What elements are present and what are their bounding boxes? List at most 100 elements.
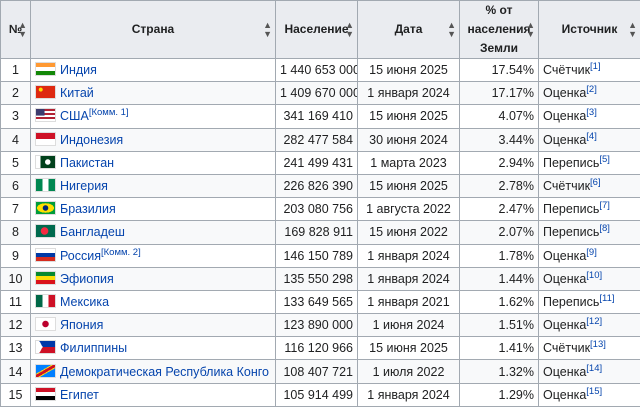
nigeria-flag-icon: [35, 178, 56, 192]
table-row: 1 Индия 1 440 653 000 15 июня 2025 17.54…: [1, 59, 640, 82]
header-country[interactable]: Страна▲▼: [31, 1, 276, 59]
row-number: 4: [1, 128, 31, 151]
country-cell: Египет: [31, 383, 276, 406]
country-link[interactable]: Нигерия: [60, 179, 108, 193]
population-value: 1 440 653 000: [276, 59, 358, 82]
sort-arrows-icon[interactable]: ▲▼: [447, 21, 456, 39]
percent-value: 2.78%: [460, 174, 539, 197]
source-label: Перепись: [543, 156, 599, 170]
table-row: 4 Индонезия 282 477 584 30 июня 2024 3.4…: [1, 128, 640, 151]
country-link[interactable]: Бангладеш: [60, 225, 125, 239]
source-ref-link[interactable]: [9]: [586, 247, 597, 258]
country-link[interactable]: Мексика: [60, 295, 109, 309]
percent-value: 1.44%: [460, 267, 539, 290]
drc-flag-icon: [35, 364, 56, 378]
country-link[interactable]: США: [60, 109, 89, 123]
table-row: 6 Нигерия 226 826 390 15 июня 2025 2.78%…: [1, 174, 640, 197]
source-ref-link[interactable]: [15]: [586, 386, 602, 397]
sort-arrows-icon[interactable]: ▲▼: [263, 21, 272, 39]
country-link[interactable]: Бразилия: [60, 202, 116, 216]
percent-value: 17.54%: [460, 59, 539, 82]
country-link[interactable]: Индонезия: [60, 133, 123, 147]
source-ref-link[interactable]: [3]: [586, 107, 597, 118]
source-ref-link[interactable]: [5]: [599, 154, 610, 165]
header-source[interactable]: Источник▲▼: [539, 1, 640, 59]
brazil-flag-icon: [35, 201, 56, 215]
country-cell: Пакистан: [31, 151, 276, 174]
source-ref-link[interactable]: [10]: [586, 270, 602, 281]
header-percent[interactable]: % отнаселенияЗемли▲▼: [460, 1, 539, 59]
india-flag-icon: [35, 62, 56, 76]
usa-flag-icon: [35, 108, 56, 122]
row-number: 11: [1, 290, 31, 313]
date-value: 15 июня 2022: [358, 221, 460, 244]
population-value: 203 080 756: [276, 198, 358, 221]
table-row: 8 Бангладеш 169 828 911 15 июня 2022 2.0…: [1, 221, 640, 244]
table-row: 12 Япония 123 890 000 1 июня 2024 1.51% …: [1, 314, 640, 337]
percent-value: 1.29%: [460, 383, 539, 406]
source-cell: Перепись[8]: [539, 221, 640, 244]
sort-arrows-icon[interactable]: ▲▼: [18, 21, 27, 39]
comment-ref-link[interactable]: [Комм. 1]: [89, 107, 129, 118]
source-ref-link[interactable]: [12]: [586, 316, 602, 327]
country-link[interactable]: Япония: [60, 318, 103, 332]
source-label: Перепись: [543, 225, 599, 239]
population-value: 123 890 000: [276, 314, 358, 337]
country-link[interactable]: Эфиопия: [60, 272, 114, 286]
sort-arrows-icon[interactable]: ▲▼: [526, 21, 535, 39]
header-date[interactable]: Дата▲▼: [358, 1, 460, 59]
source-ref-link[interactable]: [8]: [599, 223, 610, 234]
date-value: 1 января 2024: [358, 244, 460, 267]
date-value: 1 января 2024: [358, 267, 460, 290]
header-num[interactable]: №▲▼: [1, 1, 31, 59]
row-number: 9: [1, 244, 31, 267]
sort-arrows-icon[interactable]: ▲▼: [628, 21, 637, 39]
country-cell: Китай: [31, 82, 276, 105]
percent-value: 1.62%: [460, 290, 539, 313]
table-row: 14 Демократическая Республика Конго 108 …: [1, 360, 640, 383]
row-number: 6: [1, 174, 31, 197]
comment-ref-link[interactable]: [Комм. 2]: [101, 247, 141, 258]
header-population[interactable]: Население▲▼: [276, 1, 358, 59]
source-label: Счётчик: [543, 341, 590, 355]
percent-value: 1.32%: [460, 360, 539, 383]
population-value: 105 914 499: [276, 383, 358, 406]
table-row: 5 Пакистан 241 499 431 1 марта 2023 2.94…: [1, 151, 640, 174]
source-ref-link[interactable]: [4]: [586, 131, 597, 142]
date-value: 1 января 2021: [358, 290, 460, 313]
egypt-flag-icon: [35, 387, 56, 401]
source-cell: Оценка[14]: [539, 360, 640, 383]
table-row: 11 Мексика 133 649 565 1 января 2021 1.6…: [1, 290, 640, 313]
country-link[interactable]: Китай: [60, 86, 94, 100]
population-value: 341 169 410: [276, 105, 358, 128]
source-ref-link[interactable]: [2]: [586, 84, 597, 95]
source-ref-link[interactable]: [6]: [590, 177, 601, 188]
row-number: 3: [1, 105, 31, 128]
country-link[interactable]: Индия: [60, 63, 97, 77]
country-cell: Индия: [31, 59, 276, 82]
country-cell: Россия[Комм. 2]: [31, 244, 276, 267]
row-number: 5: [1, 151, 31, 174]
source-ref-link[interactable]: [7]: [599, 200, 610, 211]
table-row: 2 Китай 1 409 670 000 1 января 2024 17.1…: [1, 82, 640, 105]
source-label: Счётчик: [543, 179, 590, 193]
source-label: Счётчик: [543, 63, 590, 77]
table-row: 3 США[Комм. 1] 341 169 410 15 июня 2025 …: [1, 105, 640, 128]
population-value: 1 409 670 000: [276, 82, 358, 105]
country-link[interactable]: Пакистан: [60, 156, 114, 170]
country-link[interactable]: Россия: [60, 249, 101, 263]
population-value: 108 407 721: [276, 360, 358, 383]
population-value: 169 828 911: [276, 221, 358, 244]
country-link[interactable]: Филиппины: [60, 341, 127, 355]
source-label: Оценка: [543, 365, 586, 379]
country-link[interactable]: Демократическая Республика Конго: [60, 365, 269, 379]
row-number: 13: [1, 337, 31, 360]
source-ref-link[interactable]: [11]: [599, 293, 614, 304]
date-value: 1 августа 2022: [358, 198, 460, 221]
country-link[interactable]: Египет: [60, 388, 99, 402]
sort-arrows-icon[interactable]: ▲▼: [345, 21, 354, 39]
source-ref-link[interactable]: [13]: [590, 339, 606, 350]
percent-value: 1.78%: [460, 244, 539, 267]
source-ref-link[interactable]: [14]: [586, 363, 602, 374]
source-ref-link[interactable]: [1]: [590, 61, 601, 72]
